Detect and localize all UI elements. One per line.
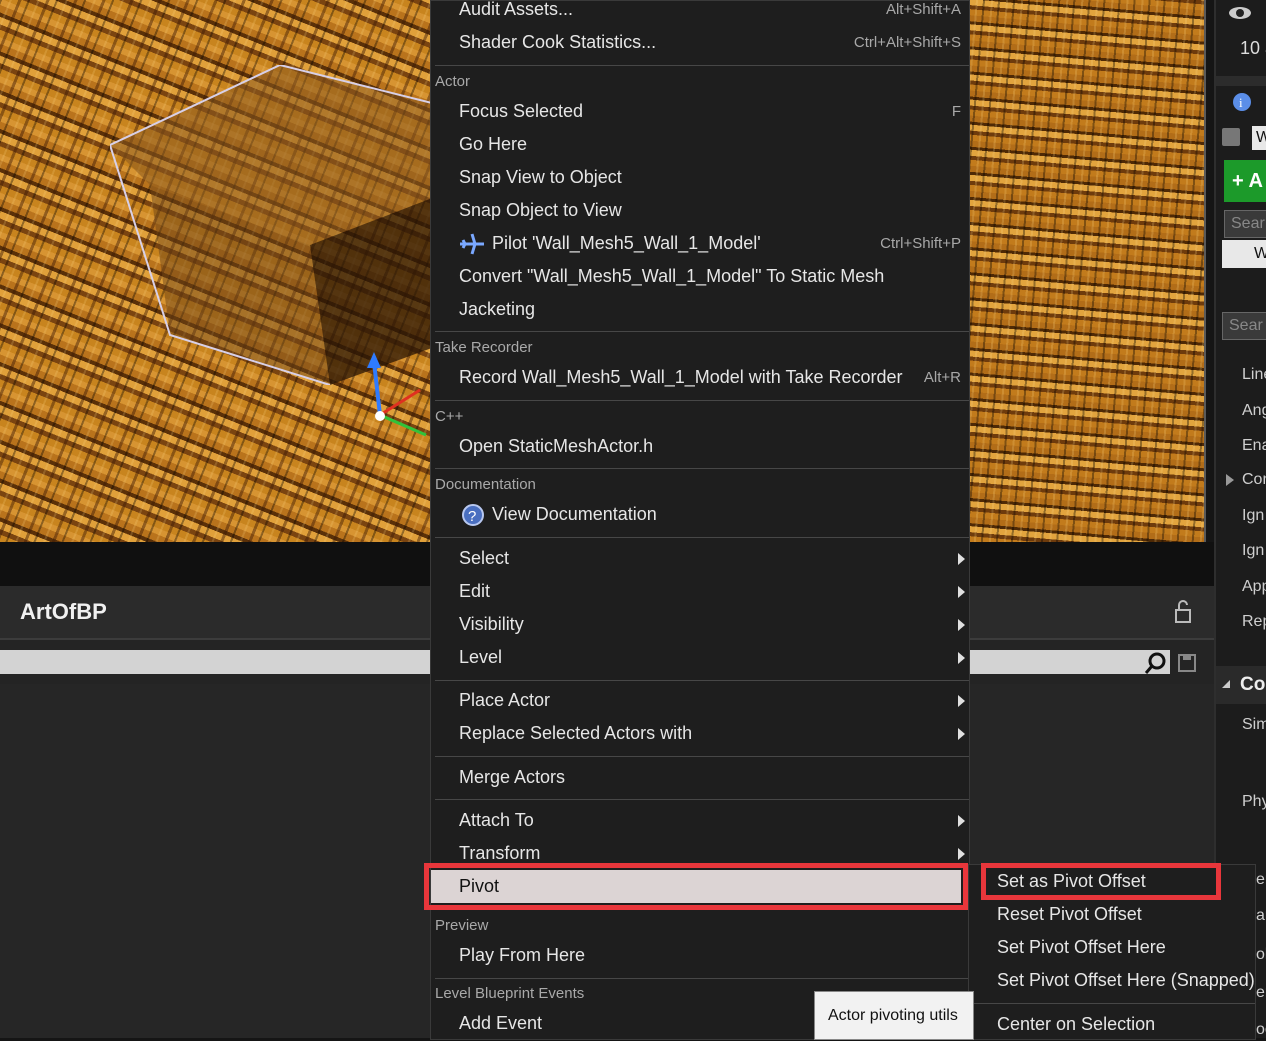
menu-item-level[interactable]: Level [431,641,969,674]
lock-icon[interactable] [1174,600,1194,624]
detail-label-ang: Ang [1242,402,1266,419]
viewport-right-edge[interactable] [968,0,1206,542]
menu-item-snap-object-to-view[interactable]: Snap Object to View [431,194,969,227]
component-search-input[interactable]: Sear [1224,210,1266,238]
menu-item-merge-actors[interactable]: Merge Actors [431,761,969,794]
menu-separator [435,65,969,66]
menu-separator [435,756,969,757]
menu-separator [435,978,969,979]
menu-separator [435,799,969,800]
menu-separator [973,1003,1255,1004]
menu-item-place-actor[interactable]: Place Actor [431,684,969,717]
lower-label-1: er [1256,871,1266,888]
menu-separator [435,400,969,401]
search-icon[interactable] [1144,652,1167,679]
menu-item-record-with-take-recorder[interactable]: Record Wall_Mesh5_Wall_1_Model with Take… [431,361,969,394]
section-header-documentation: Documentation [435,476,536,493]
lower-label-4: er [1256,984,1266,1001]
lower-label-2: ar [1256,907,1266,924]
menu-item-pilot-actor[interactable]: Pilot 'Wall_Mesh5_Wall_1_Model' Ctrl+Shif… [431,227,969,260]
menu-item-visibility[interactable]: Visibility [431,608,969,641]
svg-text:i: i [1239,95,1243,110]
detail-label-app: App [1242,578,1266,595]
menu-item-audit-assets[interactable]: Audit Assets... Alt+Shift+A [431,0,969,26]
menu-separator [435,331,969,332]
collision-label-phy: Phy [1242,793,1266,810]
detail-label-ign-1: Ign [1242,507,1265,524]
level-viewport[interactable] [0,0,441,542]
menu-item-view-documentation[interactable]: ? View Documentation [431,498,969,531]
submenu-item-reset-pivot-offset[interactable]: Reset Pivot Offset [969,898,1255,931]
collapse-arrow-icon [1222,680,1230,688]
section-header-preview: Preview [435,917,489,934]
menu-separator [435,680,969,681]
add-component-button[interactable]: + A [1224,160,1266,202]
name-dropdown[interactable]: W [1252,126,1266,150]
submenu-item-set-pivot-offset-here[interactable]: Set Pivot Offset Here [969,931,1255,964]
menu-item-open-header-file[interactable]: Open StaticMeshActor.h [431,430,969,463]
content-browser-title: ArtOfBP [20,599,107,624]
detail-label-ena: Ena [1242,437,1266,454]
section-header-take-recorder: Take Recorder [435,339,533,356]
menu-item-convert-to-static-mesh[interactable]: Convert "Wall_Mesh5_Wall_1_Model" To Sta… [431,260,969,293]
submenu-item-center-on-selection[interactable]: Center on Selection [969,1008,1255,1041]
tooltip-text: Actor pivoting utils [828,1007,958,1024]
section-header-level-blueprint-events: Level Blueprint Events [435,985,585,1002]
eye-icon[interactable] [1228,4,1252,27]
panel-divider [1216,76,1266,86]
lower-label-5: oc [1256,1021,1266,1038]
pivot-submenu: Set as Pivot Offset Reset Pivot Offset S… [968,863,1256,1041]
menu-item-play-from-here[interactable]: Play From Here [431,939,969,972]
menu-separator [435,537,969,538]
menu-item-select[interactable]: Select [431,542,969,575]
details-search-input[interactable]: Sear [1222,312,1266,340]
detail-label-ign-2: Ign [1242,542,1265,559]
section-header-cpp: C++ [435,408,464,425]
help-icon: ? [461,503,485,538]
detail-label-line: Line [1242,366,1266,383]
svg-text:?: ? [468,508,476,525]
menu-item-shader-cook-statistics[interactable]: Shader Cook Statistics... Ctrl+Alt+Shift+… [431,26,969,59]
blueprint-icon [1222,128,1240,146]
selected-wall-mesh[interactable] [109,63,441,386]
submenu-item-set-pivot-offset-here-snapped[interactable]: Set Pivot Offset Here (Snapped) [969,964,1255,997]
wall-mesh-shape [109,63,441,386]
menu-separator [435,468,969,469]
lower-label-3: ol [1256,946,1266,963]
menu-item-transform[interactable]: Transform [431,837,969,870]
submenu-item-set-as-pivot-offset[interactable]: Set as Pivot Offset [981,863,1221,900]
collision-header-label: Col [1240,674,1266,695]
menu-item-edit[interactable]: Edit [431,575,969,608]
expand-arrow-icon[interactable] [1226,474,1234,486]
section-header-actor: Actor [435,73,471,90]
collision-label-sim: Sim [1242,716,1266,733]
component-row[interactable]: W [1222,240,1266,268]
menu-item-attach-to[interactable]: Attach To [431,804,969,837]
detail-label-rep: Rep [1242,613,1266,630]
menu-item-go-here[interactable]: Go Here [431,128,969,161]
collision-header[interactable]: Col [1216,666,1266,704]
stat-value: 10 a [1240,38,1266,58]
transform-gizmo[interactable] [360,350,432,440]
menu-item-snap-view-to-object[interactable]: Snap View to Object [431,161,969,194]
info-icon[interactable]: i [1232,92,1256,121]
menu-item-replace-selected-actors[interactable]: Replace Selected Actors with [431,717,969,750]
save-icon[interactable] [1178,654,1196,677]
menu-item-pivot[interactable]: Pivot [424,863,968,910]
menu-item-focus-selected[interactable]: Focus Selected F [431,95,969,128]
detail-label-con: Con [1242,471,1266,488]
actor-context-menu: Audit Assets... Alt+Shift+A Shader Cook S… [424,0,970,1040]
tooltip: Actor pivoting utils [814,991,974,1040]
menu-item-jacketing[interactable]: Jacketing [431,293,969,326]
